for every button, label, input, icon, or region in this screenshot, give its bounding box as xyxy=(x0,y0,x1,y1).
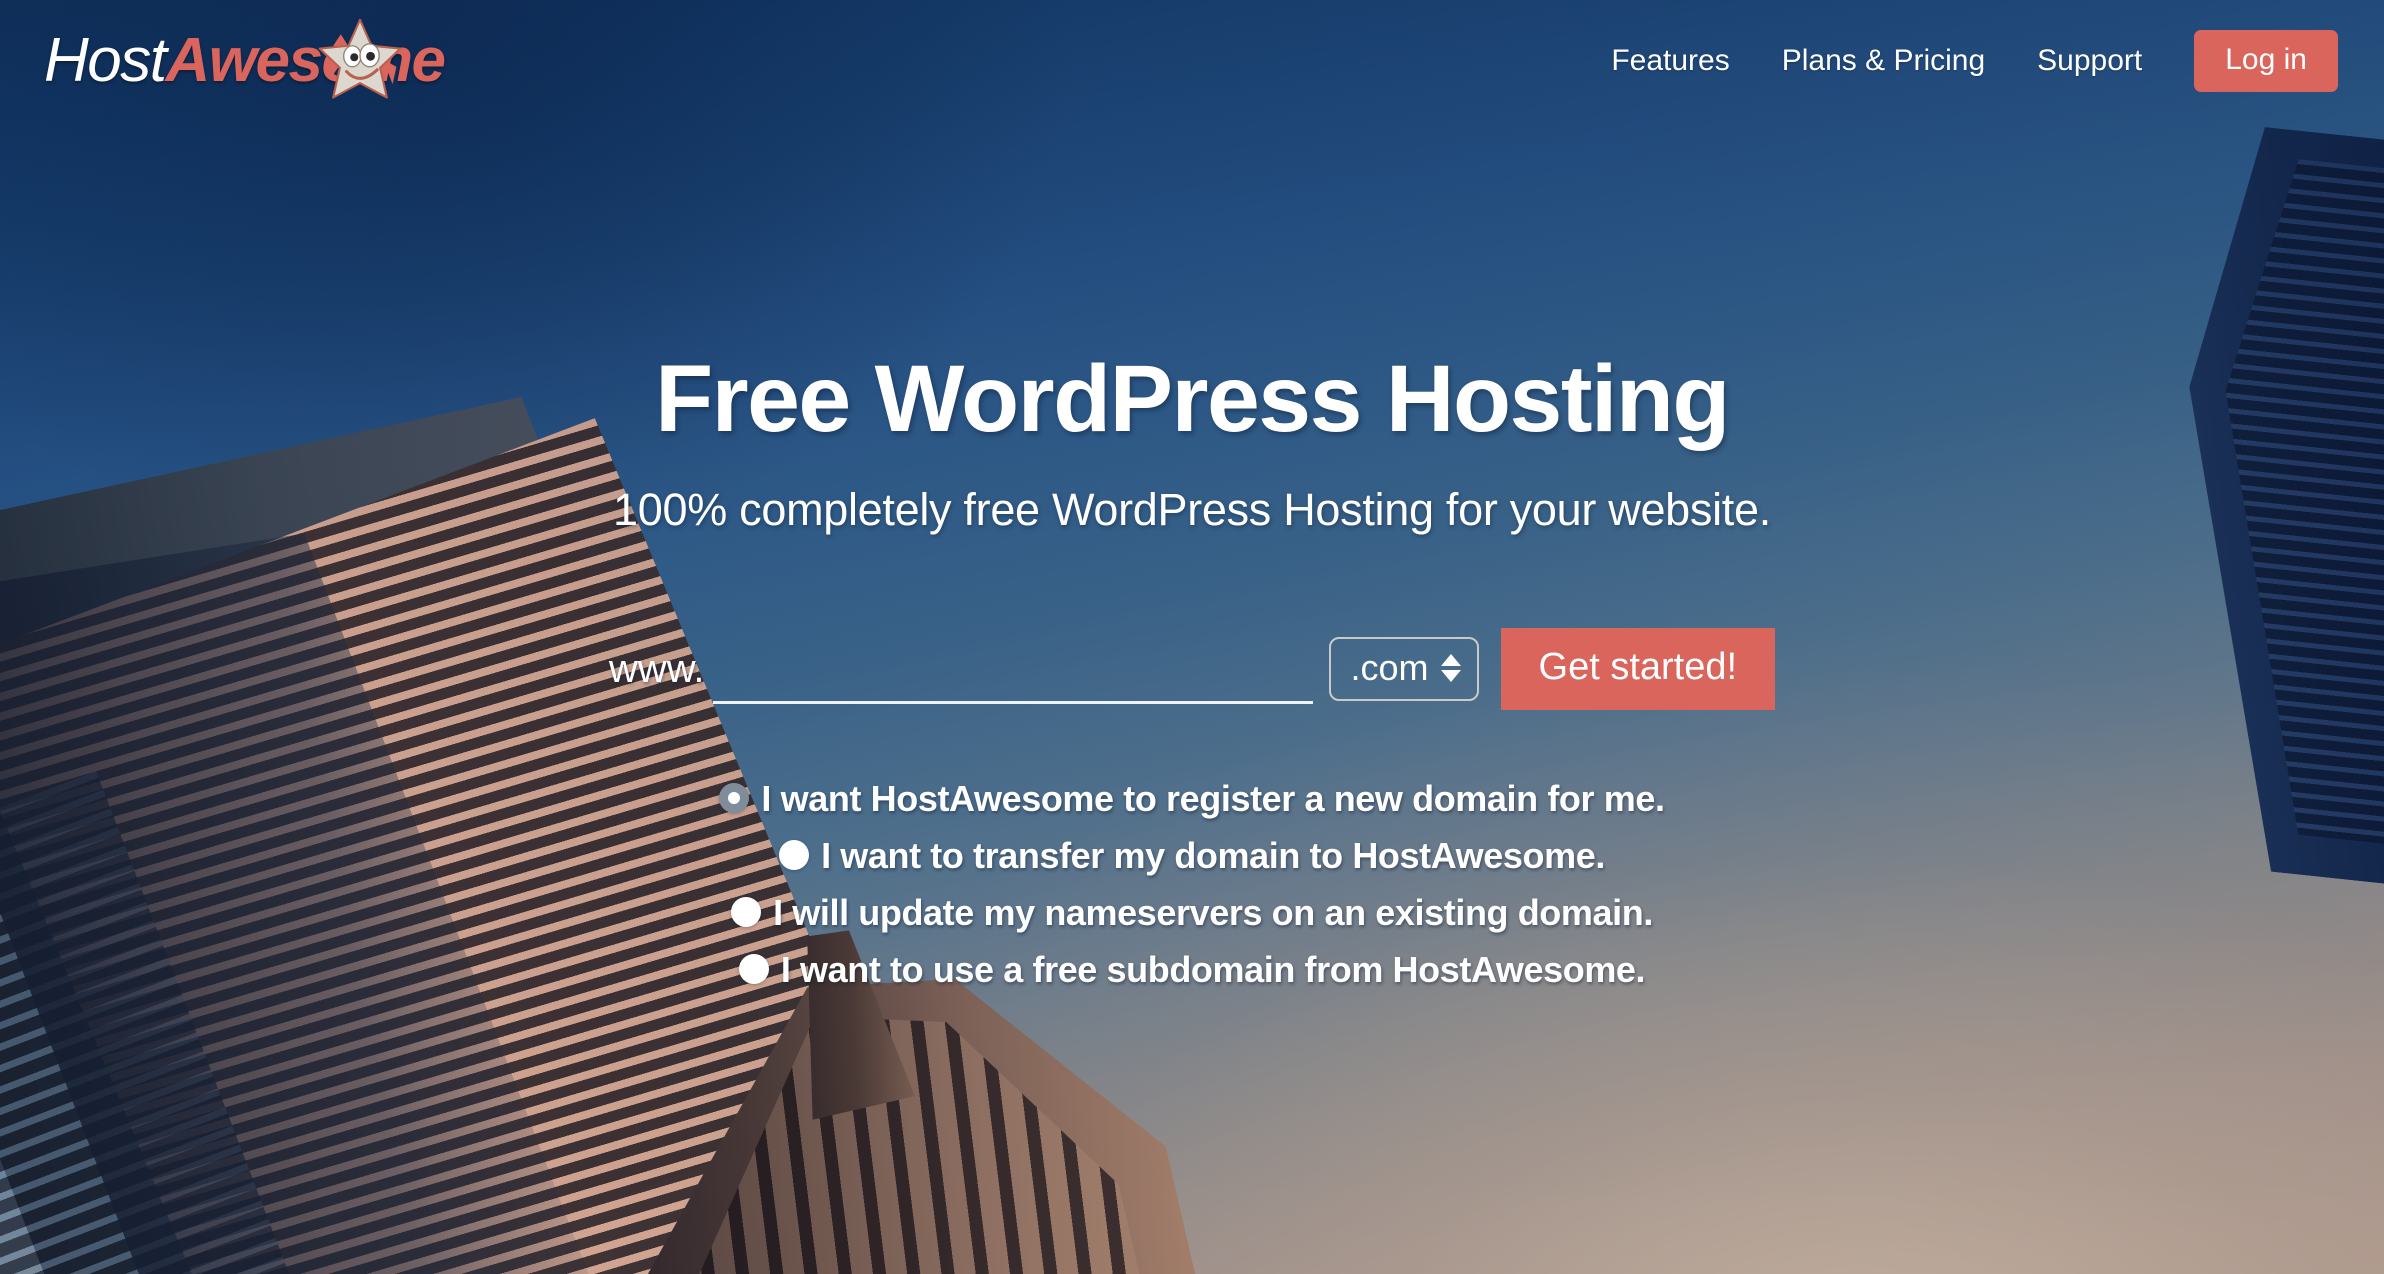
nav-plans-pricing[interactable]: Plans & Pricing xyxy=(1756,34,2011,88)
radio-register-new-domain[interactable] xyxy=(719,783,750,814)
www-prefix-label: www. xyxy=(608,646,705,691)
radio-update-nameservers[interactable] xyxy=(731,897,762,928)
hero-subtitle: 100% completely free WordPress Hosting f… xyxy=(613,483,1771,535)
nav-features[interactable]: Features xyxy=(1585,34,1755,88)
site-header: HostAwesome Features Plans & Pricing Sup… xyxy=(0,0,2384,122)
nav-support[interactable]: Support xyxy=(2011,34,2168,88)
domain-option-group: I want HostAwesome to register a new dom… xyxy=(0,776,2384,992)
hero-content: Free WordPress Hosting 100% completely f… xyxy=(0,0,2384,992)
domain-search-form: www. .com Get started! xyxy=(0,627,2384,710)
option-label-transfer-domain: I want to transfer my domain to HostAwes… xyxy=(821,834,1605,876)
option-label-register-new-domain: I want HostAwesome to register a new dom… xyxy=(761,777,1665,819)
stepper-arrows-icon xyxy=(1440,653,1461,682)
brand-logo[interactable]: HostAwesome xyxy=(44,11,446,111)
option-transfer-domain[interactable]: I want to transfer my domain to HostAwes… xyxy=(779,833,1605,878)
star-mascot-icon xyxy=(312,17,408,109)
radio-transfer-domain[interactable] xyxy=(779,840,810,871)
domain-name-input[interactable] xyxy=(712,633,1313,704)
tld-select[interactable]: .com xyxy=(1328,636,1479,701)
brand-name-host: Host xyxy=(44,26,167,95)
option-register-new-domain[interactable]: I want HostAwesome to register a new dom… xyxy=(719,776,1665,821)
tld-selected-value: .com xyxy=(1350,646,1429,688)
get-started-button[interactable]: Get started! xyxy=(1500,627,1776,710)
radio-free-subdomain[interactable] xyxy=(738,954,769,985)
option-label-update-nameservers: I will update my nameservers on an exist… xyxy=(773,891,1653,933)
hero-headline: Free WordPress Hosting xyxy=(655,346,1730,452)
option-update-nameservers[interactable]: I will update my nameservers on an exist… xyxy=(731,890,1653,935)
login-button[interactable]: Log in xyxy=(2194,30,2338,92)
option-label-free-subdomain: I want to use a free subdomain from Host… xyxy=(780,948,1646,990)
hero-section: HostAwesome Features Plans & Pricing Sup… xyxy=(0,0,2384,1274)
option-free-subdomain[interactable]: I want to use a free subdomain from Host… xyxy=(738,947,1646,992)
main-navigation: Features Plans & Pricing Support Log in xyxy=(1585,30,2338,92)
